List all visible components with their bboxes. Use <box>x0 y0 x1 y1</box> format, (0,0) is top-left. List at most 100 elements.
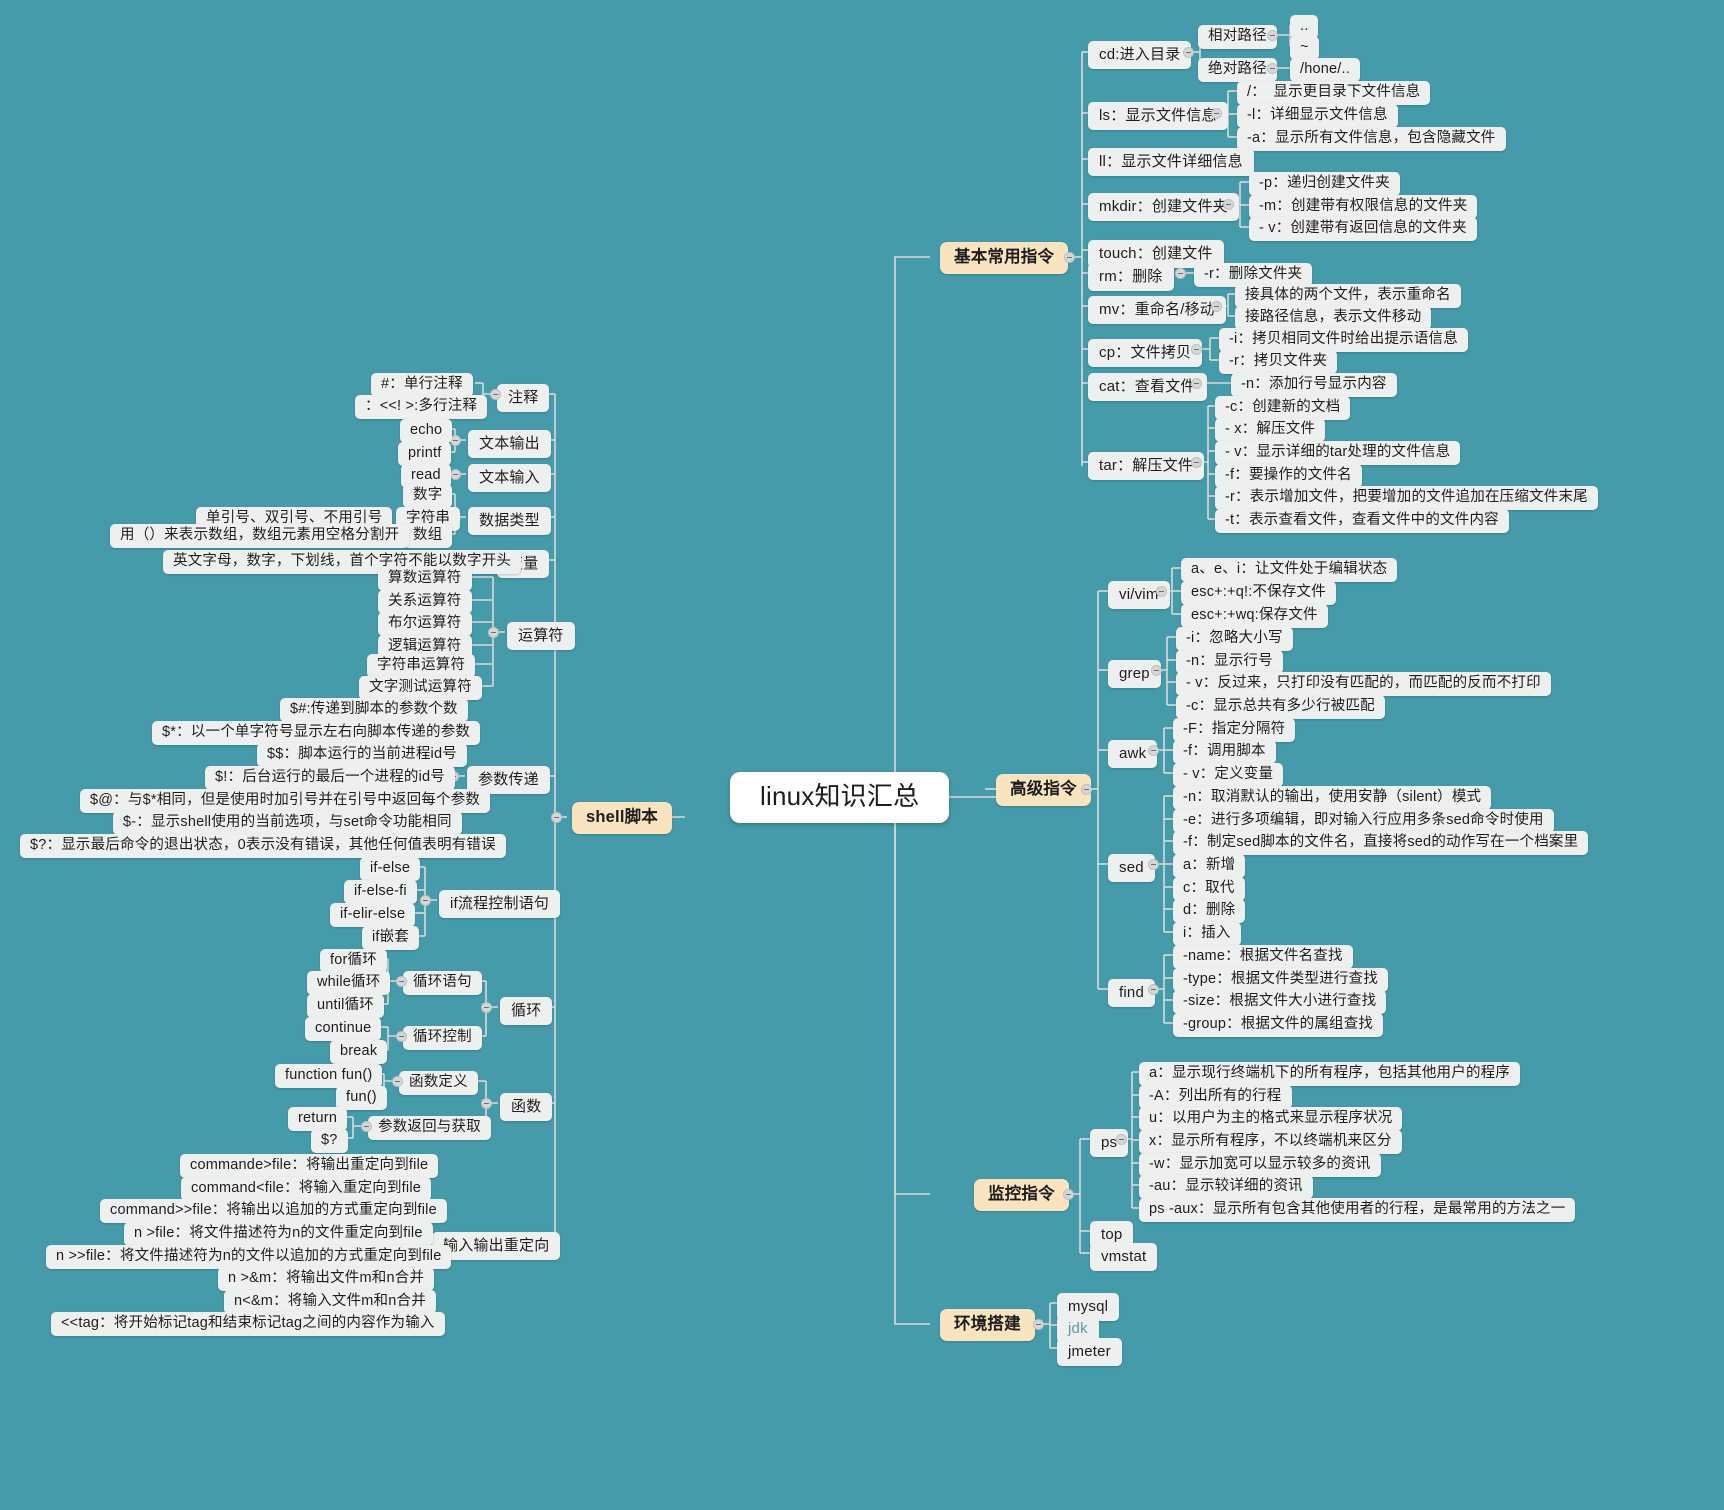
collapse-toggle-find[interactable] <box>1148 984 1159 995</box>
node-tar-c[interactable]: -c：创建新的文档 <box>1215 396 1351 420</box>
node-op-string[interactable]: 字符串运算符 <box>367 654 476 678</box>
node-home-path[interactable]: /hone/.. <box>1290 58 1360 82</box>
collapse-toggle-comment[interactable] <box>490 389 501 400</box>
node-find-name[interactable]: -name：根据文件名查找 <box>1173 945 1353 969</box>
node-cp-i[interactable]: -i：拷贝相同文件时给出提示语信息 <box>1219 328 1468 352</box>
collapse-toggle-mv[interactable] <box>1211 301 1222 312</box>
node-echo[interactable]: echo <box>400 419 453 443</box>
node-loop-statement[interactable]: 循环语句 <box>403 971 482 995</box>
node-operator[interactable]: 运算符 <box>507 622 575 650</box>
collapse-toggle-mkdir[interactable] <box>1223 199 1234 210</box>
node-redir-in[interactable]: command<file：将输入重定向到file <box>181 1177 432 1201</box>
collapse-toggle-monitor[interactable] <box>1063 1189 1074 1200</box>
node-op-boolean[interactable]: 布尔运算符 <box>378 612 472 636</box>
node-comment[interactable]: 注释 <box>497 384 550 412</box>
node-ps-u[interactable]: u：以用户为主的格式来显示程序状况 <box>1139 1107 1403 1131</box>
node-cp[interactable]: cp：文件拷贝 <box>1088 339 1203 367</box>
node-tilde[interactable]: ~ <box>1290 36 1319 60</box>
node-ps-aux[interactable]: ps -aux：显示所有包含其他使用者的行程，是最常用的方法之一 <box>1139 1198 1576 1222</box>
node-for-loop[interactable]: for循环 <box>320 949 387 973</box>
node-cd-relative[interactable]: 相对路径 <box>1198 25 1277 49</box>
collapse-toggle-absolute[interactable] <box>1267 63 1278 74</box>
node-ls[interactable]: ls：显示文件信息 <box>1088 102 1228 130</box>
node-function[interactable]: 函数 <box>500 1093 553 1121</box>
node-dollar-question[interactable]: $? <box>311 1129 348 1153</box>
node-ps-A[interactable]: -A：列出所有的行程 <box>1139 1085 1292 1109</box>
node-tar-r[interactable]: -r：表示增加文件，把要增加的文件追加在压缩文件末尾 <box>1215 486 1598 510</box>
node-vmstat[interactable]: vmstat <box>1090 1243 1158 1271</box>
node-find-group[interactable]: -group：根据文件的属组查找 <box>1173 1013 1384 1037</box>
node-ls-l[interactable]: -l：详细显示文件信息 <box>1237 104 1398 128</box>
node-param-bgpid[interactable]: $!：后台运行的最后一个进程的id号 <box>205 766 455 790</box>
node-function-fun[interactable]: function fun() <box>275 1064 383 1088</box>
collapse-toggle-func-ret[interactable] <box>361 1121 372 1132</box>
node-if-elir-else[interactable]: if-elir-else <box>330 903 416 927</box>
node-cat[interactable]: cat：查看文件 <box>1088 373 1207 401</box>
node-awk-f[interactable]: -f：调用脚本 <box>1173 740 1276 764</box>
node-cd[interactable]: cd:进入目录 <box>1088 41 1192 69</box>
collapse-toggle-loop-ctrl[interactable] <box>396 1031 407 1042</box>
node-find[interactable]: find <box>1108 979 1155 1007</box>
node-grep-c[interactable]: -c：显示总共有多少行被匹配 <box>1176 695 1385 719</box>
node-mv-move[interactable]: 接路径信息，表示文件移动 <box>1235 306 1432 330</box>
node-printf[interactable]: printf <box>398 442 452 466</box>
node-if-control[interactable]: if流程控制语句 <box>439 890 561 918</box>
node-redir-heredoc[interactable]: <<tag：将开始标记tag和结束标记tag之间的内容作为输入 <box>51 1312 445 1336</box>
category-monitor[interactable]: 监控指令 <box>974 1179 1069 1211</box>
node-mkdir[interactable]: mkdir：创建文件夹 <box>1088 193 1239 221</box>
node-mkdir-v[interactable]: - v：创建带有返回信息的文件夹 <box>1249 217 1477 241</box>
node-awk-v[interactable]: - v：定义变量 <box>1173 763 1284 787</box>
node-loop[interactable]: 循环 <box>500 997 553 1025</box>
collapse-toggle-tar[interactable] <box>1191 457 1202 468</box>
node-return[interactable]: return <box>288 1107 348 1131</box>
category-basic[interactable]: 基本常用指令 <box>940 242 1069 274</box>
node-rm[interactable]: rm：删除 <box>1088 263 1174 291</box>
node-sed-f[interactable]: -f：制定sed脚本的文件名，直接将sed的动作写在一个档案里 <box>1173 831 1589 855</box>
node-sed-e[interactable]: -e：进行多项编辑，即对输入行应用多条sed命令时使用 <box>1173 809 1554 833</box>
collapse-toggle-rm[interactable] <box>1175 268 1186 279</box>
collapse-toggle-function[interactable] <box>481 1098 492 1109</box>
collapse-toggle-func-def[interactable] <box>392 1076 403 1087</box>
node-continue[interactable]: continue <box>305 1017 382 1041</box>
node-tar-f[interactable]: -f：要操作的文件名 <box>1215 464 1362 488</box>
collapse-toggle-grep[interactable] <box>1151 665 1162 676</box>
collapse-toggle-awk[interactable] <box>1148 745 1159 756</box>
node-param-question[interactable]: $?：显示最后命令的退出状态，0表示没有错误，其他任何值表明有错误 <box>20 834 506 858</box>
node-vi-quit[interactable]: esc+:+q!:不保存文件 <box>1181 581 1336 605</box>
collapse-toggle-vivim[interactable] <box>1156 586 1167 597</box>
node-ps-au[interactable]: -au：显示较详细的资讯 <box>1139 1175 1313 1199</box>
node-mkdir-m[interactable]: -m：创建带有权限信息的文件夹 <box>1249 195 1478 219</box>
collapse-toggle-shell[interactable] <box>551 812 562 823</box>
node-ls-root[interactable]: /： 显示更目录下文件信息 <box>1237 81 1431 105</box>
node-sed-c[interactable]: c：取代 <box>1173 877 1245 901</box>
node-if-else[interactable]: if-else <box>360 857 421 881</box>
node-mkdir-p[interactable]: -p：递归创建文件夹 <box>1249 172 1400 196</box>
node-sed[interactable]: sed <box>1108 854 1155 882</box>
node-datatype[interactable]: 数据类型 <box>468 507 551 535</box>
node-redir-nappend[interactable]: n >>file：将文件描述符为n的文件以追加的方式重定向到file <box>46 1245 452 1269</box>
collapse-toggle-env[interactable] <box>1033 1319 1044 1330</box>
node-comment-multi[interactable]: ：<<! >:多行注释 <box>355 395 488 419</box>
node-redir-append[interactable]: command>>file：将输出以追加的方式重定向到file <box>100 1199 447 1223</box>
node-break[interactable]: break <box>330 1040 388 1064</box>
collapse-toggle-sed[interactable] <box>1148 859 1159 870</box>
node-ll[interactable]: ll：显示文件详细信息 <box>1088 148 1254 176</box>
collapse-toggle-advanced[interactable] <box>1081 784 1092 795</box>
node-text-input[interactable]: 文本输入 <box>468 464 551 492</box>
node-function-return[interactable]: 参数返回与获取 <box>368 1116 491 1140</box>
node-number[interactable]: 数字 <box>403 484 453 508</box>
node-if-nested[interactable]: if嵌套 <box>362 926 420 950</box>
node-ps-a[interactable]: a：显示现行终端机下的所有程序，包括其他用户的程序 <box>1139 1062 1521 1086</box>
category-advanced[interactable]: 高级指令 <box>996 774 1091 806</box>
collapse-toggle-basic[interactable] <box>1064 252 1075 263</box>
node-find-type[interactable]: -type：根据文件类型进行查找 <box>1173 968 1388 992</box>
node-param-at[interactable]: $@：与$*相同，但是使用时加引号并在引号中返回每个参数 <box>80 789 491 813</box>
node-array-note[interactable]: 用（）来表示数组，数组元素用空格分割开 <box>110 524 410 548</box>
node-text-output[interactable]: 文本输出 <box>468 430 551 458</box>
node-param-star[interactable]: $*：以一个单字符号显示左右向脚本传递的参数 <box>152 721 481 745</box>
node-comment-single[interactable]: #：单行注释 <box>371 373 473 397</box>
node-function-def[interactable]: 函数定义 <box>399 1071 478 1095</box>
node-if-else-fi[interactable]: if-else-fi <box>344 880 417 904</box>
node-redir-nfile[interactable]: n >file：将文件描述符为n的文件重定向到file <box>124 1222 433 1246</box>
node-tar-v[interactable]: - v：显示详细的tar处理的文件信息 <box>1215 441 1461 465</box>
